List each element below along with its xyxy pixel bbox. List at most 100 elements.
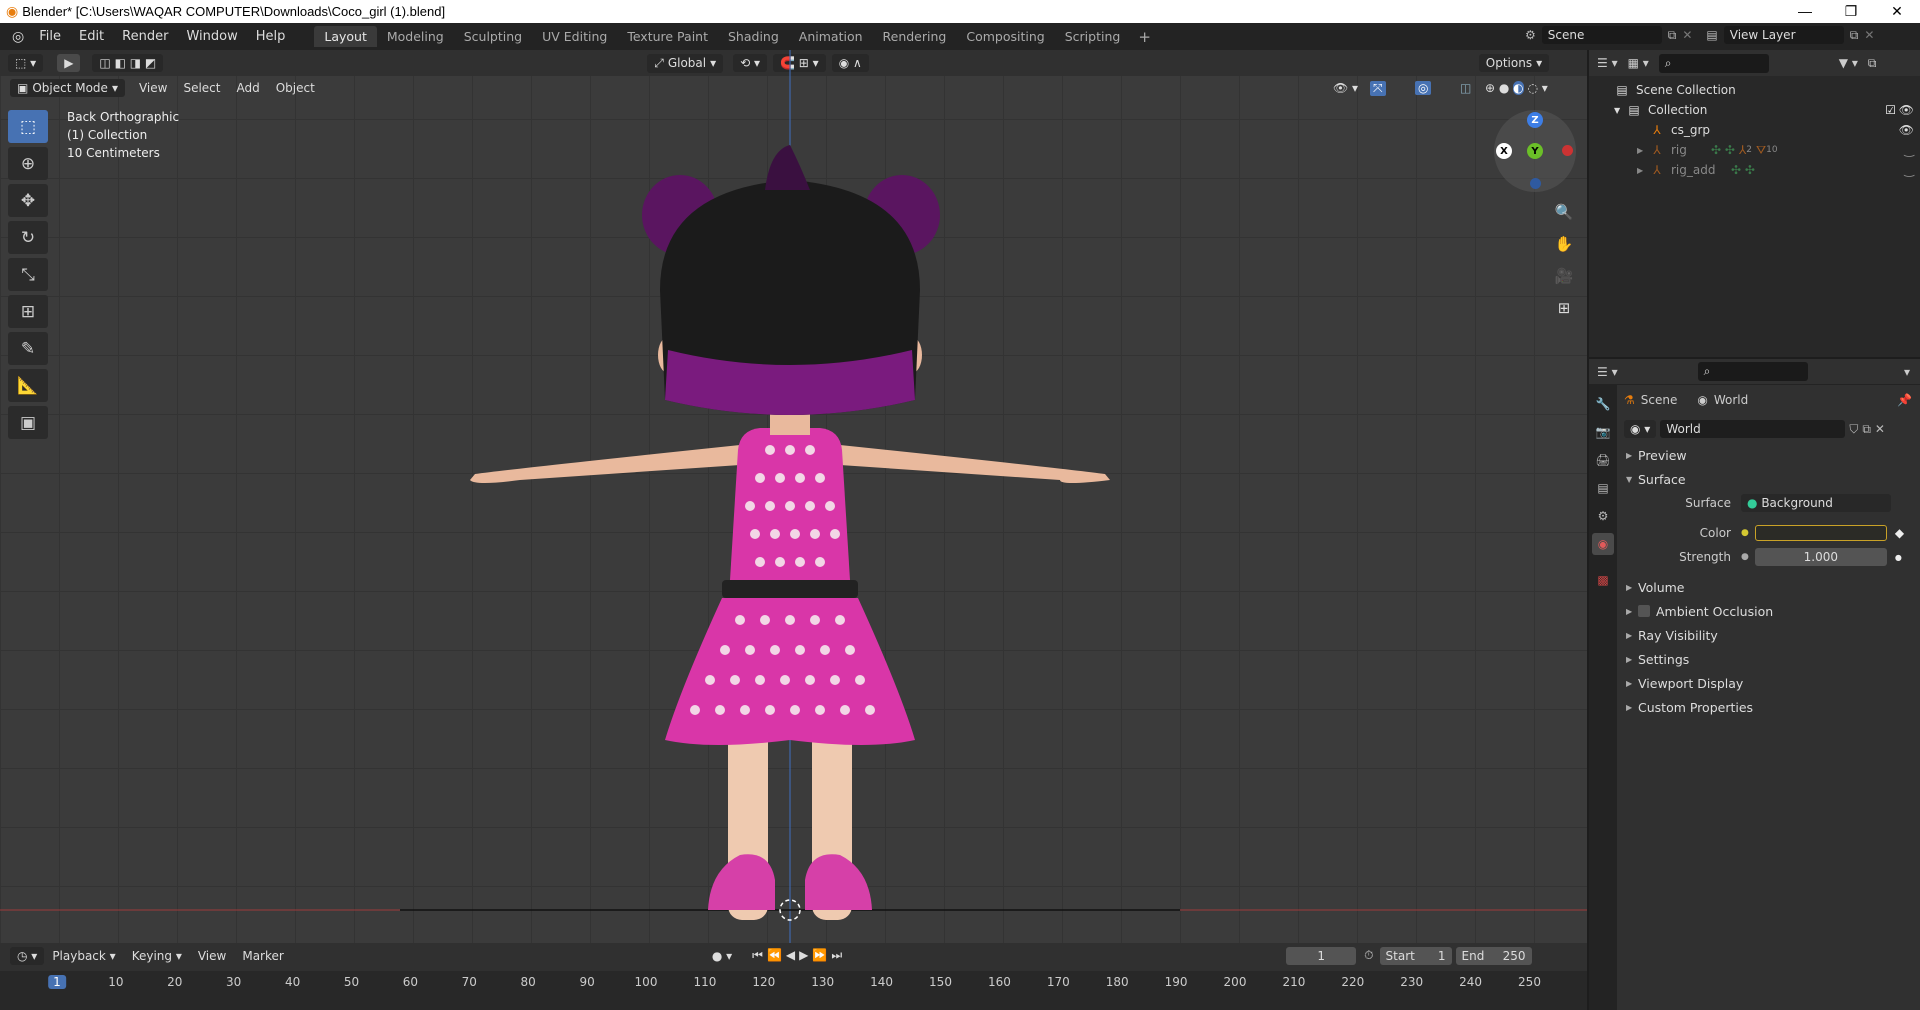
gizmo-neg-z-axis[interactable] <box>1530 178 1541 189</box>
character-model[interactable] <box>0 50 1587 943</box>
end-frame-field[interactable]: End 250 <box>1455 946 1532 965</box>
tab-shading[interactable]: Shading <box>718 26 789 47</box>
texture-tab-icon[interactable]: ▩ <box>1592 569 1614 591</box>
outliner-item-cs-grp[interactable]: ⅄ cs_grp 👁 <box>1589 120 1920 140</box>
tab-uv-editing[interactable]: UV Editing <box>532 26 617 47</box>
tool-tab-icon[interactable]: 🔧 <box>1592 393 1614 415</box>
timeline-editor-type-button[interactable]: ◷ ▾ <box>10 946 45 965</box>
navigation-gizmo[interactable]: Z Y X <box>1494 110 1576 192</box>
panel-ray-visibility[interactable]: ▶ Ray Visibility <box>1618 623 1920 647</box>
next-keyframe-icon[interactable]: ⏩ <box>812 948 831 962</box>
scene-name-field[interactable]: Scene <box>1541 26 1662 44</box>
new-scene-icon[interactable]: ⧉ <box>1668 28 1677 43</box>
color-socket-icon[interactable]: ● <box>1741 528 1749 538</box>
panel-settings[interactable]: ▶ Settings <box>1618 647 1920 671</box>
start-frame-field[interactable]: Start 1 <box>1379 946 1452 965</box>
panel-viewport-display[interactable]: ▶ Viewport Display <box>1618 671 1920 695</box>
tab-rendering[interactable]: Rendering <box>873 26 957 47</box>
filter-icon[interactable]: ▼ ▾ <box>1839 56 1858 70</box>
pan-hand-icon[interactable]: ✋ <box>1552 232 1576 256</box>
menu-window[interactable]: Window <box>177 29 246 44</box>
panel-surface[interactable]: ▼ Surface <box>1618 467 1920 491</box>
scene-tab-icon[interactable]: ⚙ <box>1592 505 1614 527</box>
tab-layout[interactable]: Layout <box>314 26 377 47</box>
color-swatch[interactable] <box>1754 525 1887 541</box>
zoom-icon[interactable]: 🔍 <box>1552 200 1576 224</box>
3d-viewport[interactable]: ⬚ ▾ ▶ ◫ ◧ ◨ ◩ ⤢ Global ▾ ⟲ ▾ 🧲 ⊞ ▾ ◉ ∧ Op… <box>0 50 1587 943</box>
gizmo-z-axis[interactable]: Z <box>1527 112 1543 128</box>
menu-help[interactable]: Help <box>247 29 295 44</box>
timeline-menu-view[interactable]: View <box>190 949 234 963</box>
collection-eye-icon[interactable]: 👁 <box>1899 103 1914 117</box>
strength-slider[interactable]: 1.000 <box>1754 548 1887 566</box>
auto-keying-icon[interactable]: ● ▾ <box>712 949 732 963</box>
outliner-search-input[interactable]: ⌕ <box>1658 53 1769 73</box>
prev-keyframe-icon[interactable]: ⏪ <box>767 948 786 962</box>
add-workspace-button[interactable]: + <box>1130 28 1159 46</box>
jump-end-icon[interactable]: ⏭ <box>831 948 846 962</box>
tab-animation[interactable]: Animation <box>789 26 873 47</box>
collection-checkbox[interactable]: ☑ <box>1885 103 1896 117</box>
camera-view-icon[interactable]: 🎥 <box>1552 264 1576 288</box>
gizmo-y-axis[interactable]: Y <box>1527 143 1543 159</box>
breadcrumb-scene[interactable]: Scene <box>1641 393 1678 407</box>
blender-menu-icon[interactable]: ◎ <box>6 29 30 45</box>
strength-socket-icon[interactable]: ● <box>1741 552 1749 562</box>
preview-range-icon[interactable]: ⏱ <box>1364 948 1373 963</box>
minimize-button[interactable]: — <box>1782 0 1828 23</box>
view-layer-icon[interactable]: ▤ <box>1706 28 1717 42</box>
tab-sculpting[interactable]: Sculpting <box>454 26 532 47</box>
tab-modeling[interactable]: Modeling <box>377 26 454 47</box>
timeline-menu-marker[interactable]: Marker <box>234 949 291 963</box>
item-hidden-icon[interactable]: ‿ <box>1904 163 1914 177</box>
outliner-item-rig[interactable]: ▶ ⅄ rig ✣ ✣ ⅄ 2 ⛛ 10 ‿ <box>1589 140 1920 160</box>
scene-icon[interactable]: ⚙ <box>1525 28 1536 42</box>
maximize-button[interactable]: ❐ <box>1828 0 1874 23</box>
outliner-collection[interactable]: ▼ ▤ Collection ☑ 👁 <box>1589 100 1920 120</box>
ortho-grid-icon[interactable]: ⊞ <box>1552 296 1576 320</box>
remove-scene-icon[interactable]: ✕ <box>1682 28 1692 42</box>
timeline-ruler[interactable]: 1 10 20 30 40 50 60 70 80 90 100 110 120 130 140 150 160… <box>0 971 1587 1010</box>
world-name-field[interactable]: World <box>1660 420 1846 438</box>
menu-edit[interactable]: Edit <box>70 29 113 44</box>
menu-file[interactable]: File <box>30 29 70 44</box>
panel-volume[interactable]: ▶ Volume <box>1618 575 1920 599</box>
current-frame-field[interactable]: 1 <box>1286 946 1357 965</box>
duplicate-world-icon[interactable]: ⧉ <box>1862 422 1871 437</box>
fake-user-icon[interactable]: ⛉ <box>1849 422 1858 437</box>
tab-compositing[interactable]: Compositing <box>956 26 1054 47</box>
view-layer-tab-icon[interactable]: ▤ <box>1592 477 1614 499</box>
new-collection-icon[interactable]: ⧉ <box>1868 56 1877 71</box>
tab-scripting[interactable]: Scripting <box>1055 26 1131 47</box>
close-button[interactable]: ✕ <box>1874 0 1920 23</box>
render-tab-icon[interactable]: 📷 <box>1592 421 1614 443</box>
keyframe-icon[interactable]: ◆ <box>1895 526 1904 540</box>
new-view-layer-icon[interactable]: ⧉ <box>1850 28 1859 43</box>
item-hidden-icon[interactable]: ‿ <box>1904 143 1914 157</box>
breadcrumb-world[interactable]: World <box>1714 393 1748 407</box>
properties-search-input[interactable]: ⌕ <box>1697 362 1808 381</box>
item-eye-icon[interactable]: 👁 <box>1899 123 1914 137</box>
pin-icon[interactable]: 📌 <box>1897 393 1912 407</box>
panel-custom-properties[interactable]: ▶ Custom Properties <box>1618 695 1920 719</box>
view-layer-field[interactable]: View Layer <box>1723 26 1844 44</box>
outliner-scene-collection[interactable]: ▤ Scene Collection <box>1589 80 1920 100</box>
play-reverse-icon[interactable]: ◀ <box>786 948 799 962</box>
gizmo-x-axis[interactable]: X <box>1496 143 1512 159</box>
expand-rig-add-icon[interactable]: ▶ <box>1637 166 1649 175</box>
expand-collection-icon[interactable]: ▼ <box>1614 106 1626 115</box>
remove-view-layer-icon[interactable]: ✕ <box>1864 28 1874 42</box>
outliner-editor-type-icon[interactable]: ☰ ▾ <box>1597 56 1618 70</box>
expand-rig-icon[interactable]: ▶ <box>1637 146 1649 155</box>
play-icon[interactable]: ▶ <box>799 948 812 962</box>
display-mode-icon[interactable]: ▦ ▾ <box>1628 56 1649 70</box>
unlink-world-icon[interactable]: ✕ <box>1875 422 1885 436</box>
output-tab-icon[interactable]: 🖨 <box>1592 449 1614 471</box>
timeline-menu-keying[interactable]: Keying ▾ <box>124 949 190 963</box>
world-browse-button[interactable]: ◉ ▾ <box>1624 420 1657 438</box>
jump-start-icon[interactable]: ⏮ <box>752 948 767 962</box>
outliner-item-rig-add[interactable]: ▶ ⅄ rig_add ✣ ✣ ‿ <box>1589 160 1920 180</box>
world-tab-icon[interactable]: ◉ <box>1592 533 1614 555</box>
tab-texture-paint[interactable]: Texture Paint <box>617 26 718 47</box>
gizmo-neg-x-axis[interactable] <box>1562 145 1573 156</box>
